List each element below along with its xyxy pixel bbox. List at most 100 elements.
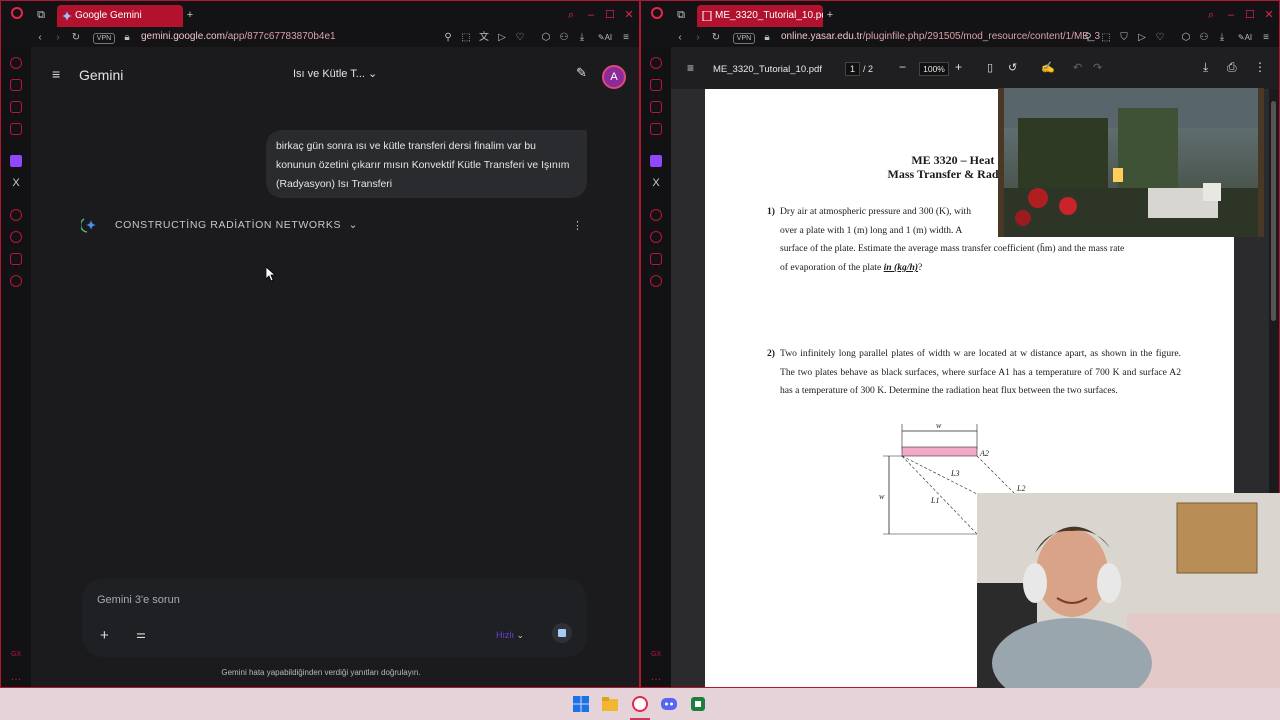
sidebar-twitch-icon[interactable]	[650, 155, 662, 167]
account-icon[interactable]: ⚇	[1197, 31, 1211, 45]
sidebar-aria-icon[interactable]	[650, 57, 662, 69]
minimize-icon[interactable]: –	[583, 7, 599, 23]
game-launcher-icon[interactable]	[690, 696, 706, 712]
sidebar-news-icon[interactable]	[650, 123, 662, 135]
outline-menu-icon[interactable]: ≡	[687, 61, 694, 75]
downloads-icon[interactable]: ⤓	[575, 31, 589, 45]
hamburger-menu-icon[interactable]: ≡	[52, 66, 60, 82]
minimize-icon[interactable]: –	[1223, 7, 1239, 23]
opera-logo-icon[interactable]	[9, 7, 25, 23]
sidebar-extensions-icon[interactable]	[10, 253, 22, 265]
print-icon[interactable]: ⎙	[1227, 60, 1237, 75]
url-field[interactable]: gemini.google.com/app/877c67783870b4e1	[141, 31, 336, 42]
sidebar-bag-icon[interactable]	[10, 79, 22, 91]
prompt-input-box[interactable]: Gemini 3'e sorun + ⚌ Hızlı ⌄	[82, 579, 587, 657]
page-number-input[interactable]: 1	[845, 62, 861, 76]
ai-icon[interactable]: ✎AI	[1235, 31, 1255, 45]
downloads-icon[interactable]: ⤓	[1215, 31, 1229, 45]
reload-icon[interactable]: ↻	[69, 31, 83, 45]
windows-start-icon[interactable]	[573, 696, 589, 712]
stop-button[interactable]	[552, 623, 572, 643]
annotate-icon[interactable]: ✍	[1041, 61, 1055, 74]
maximize-icon[interactable]: ☐	[1242, 7, 1258, 23]
opera-logo-icon[interactable]	[649, 7, 665, 23]
sidebar-gx-icon[interactable]: GX	[650, 649, 662, 661]
account-icon[interactable]: ⚇	[557, 31, 571, 45]
close-icon[interactable]: ✕	[621, 7, 637, 23]
sidebar-more-icon[interactable]: …	[650, 671, 662, 683]
sidebar-gx-icon[interactable]: GX	[10, 649, 22, 661]
snapshot-icon[interactable]: ⬚	[1099, 31, 1113, 45]
snapshot-icon[interactable]: ⬚	[459, 31, 473, 45]
sidebar-x-icon[interactable]: X	[650, 177, 662, 189]
sidebar-player-icon[interactable]	[650, 209, 662, 221]
mode-selector[interactable]: Hızlı ⌄	[496, 630, 524, 641]
redo-icon[interactable]: ↷	[1093, 61, 1102, 74]
more-options-icon[interactable]: ⋮	[1254, 60, 1266, 74]
sidebar-settings-icon[interactable]	[10, 275, 22, 287]
sidebar-x-icon[interactable]: X	[10, 177, 22, 189]
thinking-status[interactable]: CONSTRUCTİNG RADİATİON NETWORKS ⌄	[115, 219, 358, 231]
rotate-icon[interactable]: ↺	[1008, 61, 1017, 74]
sidebar-messenger-icon[interactable]	[10, 101, 22, 113]
sidebar-news-icon[interactable]	[10, 123, 22, 135]
back-icon[interactable]: ‹	[673, 31, 687, 45]
tab-overview-icon[interactable]: ⧉	[673, 7, 689, 23]
undo-icon[interactable]: ↶	[1073, 61, 1082, 74]
discord-icon[interactable]	[661, 696, 677, 712]
menu-icon[interactable]: ≡	[619, 31, 633, 45]
close-icon[interactable]: ✕	[1261, 7, 1277, 23]
search-icon[interactable]: ⌕	[563, 7, 579, 23]
search-icon[interactable]: ⌕	[1203, 7, 1219, 23]
tools-icon[interactable]: ⚌	[136, 628, 146, 641]
conversation-title-dropdown[interactable]: Isı ve Kütle T... ⌄	[293, 67, 377, 80]
vpn-badge-icon[interactable]: VPN	[93, 33, 115, 44]
vpn-badge-icon[interactable]: VPN	[733, 33, 755, 44]
add-attachment-icon[interactable]: +	[100, 627, 109, 644]
sidebar-settings-icon[interactable]	[650, 275, 662, 287]
tab-overview-icon[interactable]: ⧉	[33, 7, 49, 23]
more-options-icon[interactable]: ⋮	[572, 219, 583, 232]
url-field[interactable]: online.yasar.edu.tr/pluginfile.php/29150…	[781, 31, 1100, 42]
new-tab-icon[interactable]: +	[182, 7, 198, 23]
player-icon[interactable]: ▷	[1135, 31, 1149, 45]
file-explorer-icon[interactable]	[602, 696, 618, 712]
opera-gx-taskbar-icon[interactable]	[632, 696, 648, 712]
forward-icon[interactable]: ›	[51, 31, 65, 45]
tab-google-gemini[interactable]: Google Gemini	[57, 5, 183, 27]
shield-icon[interactable]: ⛉	[1117, 31, 1131, 45]
reload-icon[interactable]: ↻	[709, 31, 723, 45]
heart-icon[interactable]: ♡	[1153, 31, 1167, 45]
avatar[interactable]: A	[602, 65, 626, 89]
sidebar-extensions-icon[interactable]	[650, 253, 662, 265]
sidebar-history-icon[interactable]	[650, 231, 662, 243]
extensions-icon[interactable]: ⬡	[1179, 31, 1193, 45]
new-tab-icon[interactable]: +	[822, 7, 838, 23]
heart-icon[interactable]: ♡	[513, 31, 527, 45]
fit-page-icon[interactable]: ▯	[987, 61, 993, 74]
sidebar-messenger-icon[interactable]	[650, 101, 662, 113]
zoom-input[interactable]: 100%	[919, 62, 949, 76]
maximize-icon[interactable]: ☐	[602, 7, 618, 23]
scrollbar-thumb[interactable]	[1271, 101, 1276, 321]
sidebar-bag-icon[interactable]	[650, 79, 662, 91]
pin-icon[interactable]: ⚲	[441, 31, 455, 45]
sidebar-player-icon[interactable]	[10, 209, 22, 221]
player-icon[interactable]: ▷	[495, 31, 509, 45]
extensions-icon[interactable]: ⬡	[539, 31, 553, 45]
menu-icon[interactable]: ≡	[1259, 31, 1273, 45]
download-icon[interactable]: ⤓	[1203, 60, 1208, 75]
sidebar-history-icon[interactable]	[10, 231, 22, 243]
sidebar-twitch-icon[interactable]	[10, 155, 22, 167]
zoom-in-icon[interactable]: +	[955, 60, 962, 74]
zoom-out-icon[interactable]: −	[899, 60, 906, 74]
pin-icon[interactable]: ⚲	[1081, 31, 1095, 45]
translate-icon[interactable]: 文	[477, 31, 491, 45]
forward-icon[interactable]: ›	[691, 31, 705, 45]
new-chat-icon[interactable]: ✎	[576, 65, 587, 81]
sidebar-aria-icon[interactable]	[10, 57, 22, 69]
ai-icon[interactable]: ✎AI	[595, 31, 615, 45]
tab-pdf[interactable]: ME_3320_Tutorial_10.pdf	[697, 5, 823, 27]
prompt-input[interactable]: Gemini 3'e sorun	[97, 594, 180, 606]
back-icon[interactable]: ‹	[33, 31, 47, 45]
